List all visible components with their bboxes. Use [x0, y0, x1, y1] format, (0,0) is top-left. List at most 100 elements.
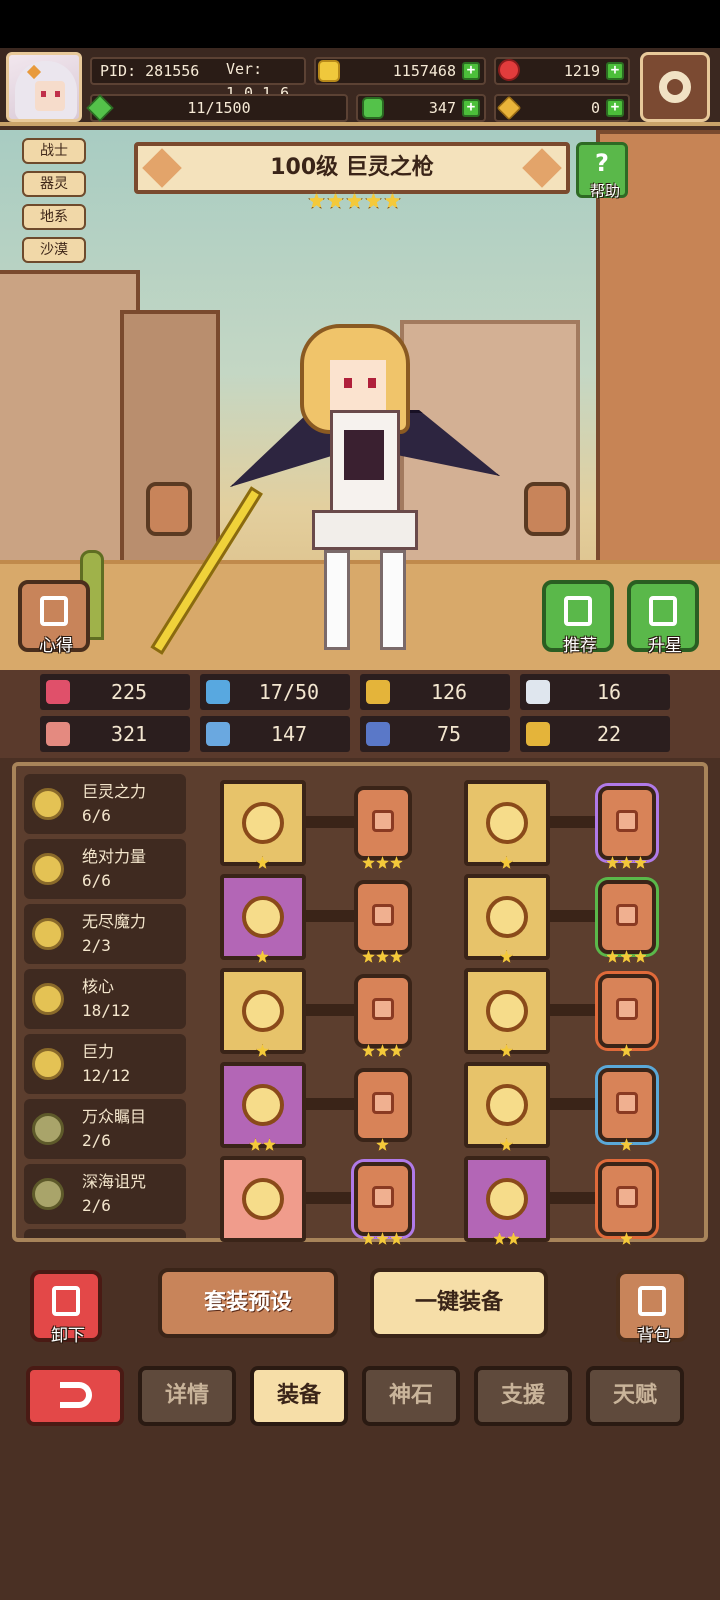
rune-slot[interactable]	[354, 1162, 412, 1236]
equip-slot-crest[interactable]	[464, 780, 550, 866]
set-medal-icon	[32, 983, 64, 1015]
set-medal-icon	[32, 1178, 64, 1210]
star-icon	[376, 856, 389, 869]
rune-slot[interactable]	[598, 1068, 656, 1142]
equip-slot-compass[interactable]	[220, 874, 306, 960]
equip-slot-necklace[interactable]	[220, 968, 306, 1054]
set-count: 2/6	[82, 1196, 111, 1215]
rune-slot[interactable]	[354, 1068, 412, 1142]
equip-slot-pet[interactable]	[220, 1062, 306, 1148]
star-rating	[362, 950, 403, 963]
settings-button[interactable]	[640, 52, 710, 122]
player-avatar[interactable]	[6, 52, 82, 122]
slot-connector	[306, 816, 354, 828]
star-icon	[507, 1232, 520, 1245]
star-icon	[606, 856, 619, 869]
star-rating	[362, 1044, 403, 1057]
set-medal-icon	[32, 1048, 64, 1080]
star-icon	[620, 1232, 633, 1245]
rune-glyph-icon	[372, 1186, 394, 1208]
help-button[interactable]: ? 帮助	[576, 142, 628, 200]
star-up-button[interactable]: 升星	[627, 580, 699, 656]
star-icon	[390, 1044, 403, 1057]
stat-agility: 16	[520, 674, 670, 710]
star-icon	[634, 950, 647, 963]
rune-slot[interactable]	[354, 974, 412, 1048]
set-bonus-item[interactable]: 巨力 12/12	[24, 1034, 186, 1094]
back-button[interactable]	[26, 1366, 124, 1426]
star-icon	[634, 856, 647, 869]
equip-slot-belt[interactable]	[464, 1062, 550, 1148]
set-bonus-item[interactable]: 核心 18/12	[24, 969, 186, 1029]
set-preset-button[interactable]: 套装预设	[158, 1268, 338, 1338]
star-icon	[346, 192, 363, 209]
star-rating	[500, 856, 513, 869]
star-icon	[620, 950, 633, 963]
stat-mana: 17/50	[200, 674, 350, 710]
stat-value: 147	[270, 722, 308, 746]
tab-talent[interactable]: 天赋	[586, 1366, 684, 1426]
unload-label: 卸下	[51, 1326, 85, 1346]
tag-region[interactable]: 沙漠	[22, 237, 86, 263]
prev-hero-button[interactable]	[146, 482, 192, 536]
set-count: 6/6	[82, 806, 111, 825]
next-hero-button[interactable]	[524, 482, 570, 536]
rune-slot[interactable]	[598, 974, 656, 1048]
set-bonus-item[interactable]: 绝对力量 6/6	[24, 839, 186, 899]
equip-slot-boots[interactable]	[464, 1156, 550, 1242]
set-bonus-item[interactable]: 巨灵之力 6/6	[24, 774, 186, 834]
tab-equipment[interactable]: 装备	[250, 1366, 348, 1426]
star-icon	[376, 1138, 389, 1151]
star-rating	[256, 1044, 269, 1057]
stat-value: 22	[596, 722, 622, 746]
unload-button[interactable]: 卸下	[30, 1270, 102, 1346]
add-gold-button[interactable]: +	[462, 62, 480, 80]
set-bonus-item[interactable]: 万众瞩目 2/6	[24, 1099, 186, 1159]
stat-defense: 126	[360, 674, 510, 710]
tag-type[interactable]: 器灵	[22, 171, 86, 197]
equip-slot-spear[interactable]	[220, 780, 306, 866]
equip-slot-armor[interactable]	[464, 874, 550, 960]
set-bonus-item[interactable]: 无尽魔力 2/3	[24, 904, 186, 964]
return-arrow-icon	[60, 1382, 92, 1408]
set-bonus-item[interactable]: 蓄电外皮	[24, 1229, 186, 1238]
hero-leg	[324, 550, 350, 650]
rune-slot[interactable]	[598, 1162, 656, 1236]
one-key-equip-button[interactable]: 一键装备	[370, 1268, 548, 1338]
equipment-panel: 巨灵之力 6/6 绝对力量 6/6 无尽魔力 2/3 核心 18/12 巨力 12/12 万众瞩目 2…	[12, 762, 708, 1245]
add-gem-button[interactable]: +	[606, 62, 624, 80]
set-bonus-list[interactable]: 巨灵之力 6/6 绝对力量 6/6 无尽魔力 2/3 核心 18/12 巨力 12/12 万众瞩目 2…	[24, 774, 196, 1238]
add-clover-button[interactable]: +	[462, 99, 480, 117]
bag-button[interactable]: 背包	[616, 1270, 688, 1346]
equip-slot-ring[interactable]	[220, 1156, 306, 1242]
rune-slot[interactable]	[598, 880, 656, 954]
stat-value: 126	[430, 680, 468, 704]
tab-godstone[interactable]: 神石	[362, 1366, 460, 1426]
equip-slot-gauntlet[interactable]	[464, 968, 550, 1054]
set-name: 巨灵之力	[82, 782, 147, 801]
set-bonus-item[interactable]: 深海诅咒 2/6	[24, 1164, 186, 1224]
add-key-button[interactable]: +	[606, 99, 624, 117]
question-icon: ?	[595, 149, 609, 177]
rune-slot[interactable]	[598, 786, 656, 860]
rune-glyph-icon	[616, 998, 638, 1020]
heart-icon	[46, 680, 70, 704]
avatar-eye	[55, 91, 60, 97]
tab-support[interactable]: 支援	[474, 1366, 572, 1426]
tag-element[interactable]: 地系	[22, 204, 86, 230]
clover-value: 347	[428, 99, 456, 117]
pet-icon	[242, 1084, 284, 1126]
star-icon	[308, 192, 325, 209]
stat-value: 75	[436, 722, 462, 746]
tab-details[interactable]: 详情	[138, 1366, 236, 1426]
notes-button[interactable]: 心得	[18, 580, 90, 656]
fist-icon	[46, 722, 70, 746]
rune-slot[interactable]	[354, 880, 412, 954]
necklace-icon	[242, 990, 284, 1032]
tag-class[interactable]: 战士	[22, 138, 86, 164]
star-icon	[493, 1232, 506, 1245]
rune-slot[interactable]	[354, 786, 412, 860]
hero-scene: 战士 器灵 地系 沙漠 100级 巨灵之枪 ? 帮助 心得 推荐 升星	[0, 130, 720, 670]
star-icon	[390, 1232, 403, 1245]
recommend-button[interactable]: 推荐	[542, 580, 614, 656]
